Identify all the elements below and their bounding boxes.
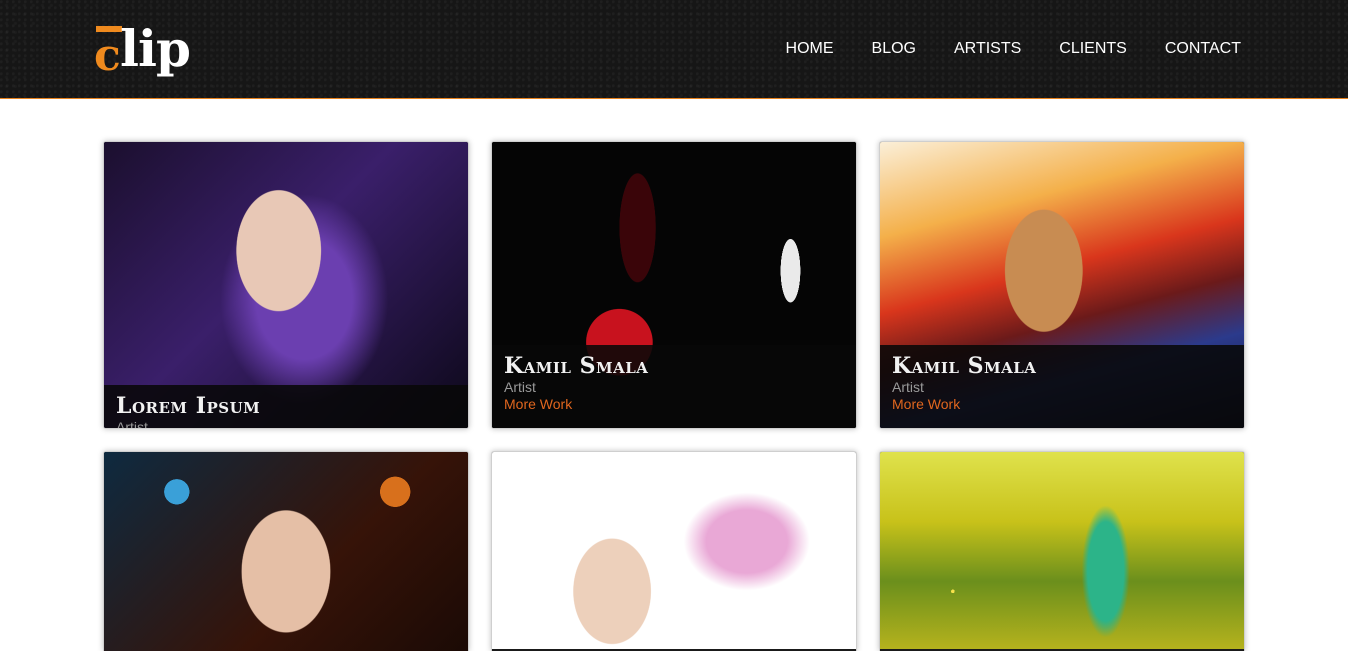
nav-clients[interactable]: CLIENTS bbox=[1059, 38, 1127, 60]
artist-role: Artist bbox=[504, 379, 536, 395]
artist-name: Kamil Smala bbox=[892, 353, 1037, 379]
main-nav: HOME BLOG ARTISTS CLIENTS CONTACT bbox=[786, 38, 1241, 60]
nav-contact[interactable]: CONTACT bbox=[1165, 38, 1241, 60]
artist-card[interactable] bbox=[103, 451, 469, 651]
artist-name: Kamil Smala bbox=[504, 353, 649, 379]
nav-blog[interactable]: BLOG bbox=[872, 38, 916, 60]
site-header: c lip HOME BLOG ARTISTS CLIENTS CONTACT bbox=[0, 0, 1348, 99]
clip-logo[interactable]: c lip bbox=[94, 19, 191, 81]
artist-photo bbox=[492, 452, 856, 651]
artist-name: Lorem Ipsum bbox=[116, 393, 261, 419]
artist-role: Artist bbox=[116, 419, 148, 429]
logo-letters: lip bbox=[120, 19, 191, 78]
card-caption: Lorem Ipsum Artist bbox=[104, 385, 468, 429]
artist-photo bbox=[104, 452, 468, 651]
artist-role: Artist bbox=[892, 379, 924, 395]
logo-letter-c: c bbox=[94, 30, 121, 81]
artist-card[interactable]: Lorem Ipsum Artist bbox=[103, 141, 469, 429]
artist-card[interactable]: Kamil Smala Artist More Work bbox=[491, 141, 857, 429]
card-caption: Kamil Smala Artist More Work bbox=[880, 345, 1244, 428]
more-work-link[interactable]: More Work bbox=[504, 396, 844, 413]
artist-card[interactable]: Kamil Smala Artist More Work bbox=[879, 141, 1245, 429]
artist-card[interactable] bbox=[491, 451, 857, 651]
nav-artists[interactable]: ARTISTS bbox=[954, 38, 1021, 60]
nav-home[interactable]: HOME bbox=[786, 38, 834, 60]
more-work-link[interactable]: More Work bbox=[892, 396, 1232, 413]
card-caption: Kamil Smala Artist More Work bbox=[492, 345, 856, 428]
artist-card[interactable] bbox=[879, 451, 1245, 651]
artist-photo bbox=[880, 452, 1244, 651]
